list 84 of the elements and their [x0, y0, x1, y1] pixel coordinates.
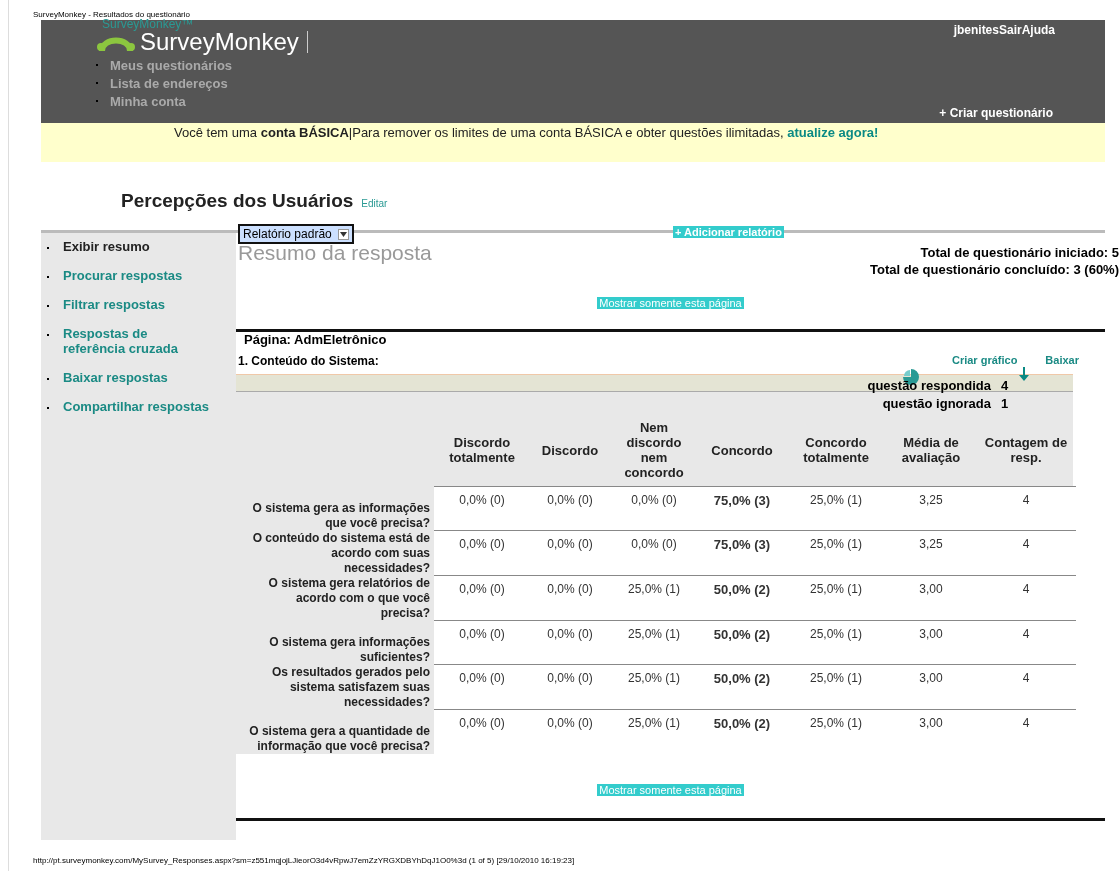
table-cell: 25,0% (1): [786, 486, 886, 531]
print-footer: http://pt.surveymonkey.com/MySurvey_Responses.aspx?sm=z551mqjojLJieorO3d4vRpwJ7emZzYRGXDBYhDqJ1O0%3d (1 of 5) [29/10/2010 16:19:23]: [33, 856, 575, 865]
sidebar-item[interactable]: Respostas de referência cruzada: [63, 326, 213, 356]
table-cell: 3,25: [886, 530, 976, 576]
table-cell: 0,0% (0): [530, 530, 610, 576]
table-cell: 0,0% (0): [530, 575, 610, 621]
sidebar-item[interactable]: Procurar respostas: [63, 268, 183, 283]
edit-link[interactable]: Editar: [361, 198, 388, 209]
table-cell: 50,0% (2): [698, 709, 786, 754]
table-cell: 3,00: [886, 575, 976, 621]
create-chart-link[interactable]: Criar gráfico: [951, 354, 1018, 374]
nav-link[interactable]: Lista de endereços: [110, 75, 228, 91]
table-cell: 25,0% (1): [786, 664, 886, 710]
table-cell: 4: [976, 709, 1076, 754]
table-cell: 50,0% (2): [698, 664, 786, 710]
table-cell: 0,0% (0): [530, 620, 610, 665]
add-report-button[interactable]: + Adicionar relatório: [673, 226, 784, 238]
table-cell: 3,00: [886, 664, 976, 710]
column-header: Concordo totalmente: [786, 414, 886, 487]
table-cell: 25,0% (1): [786, 620, 886, 665]
sidebar-item[interactable]: Filtrar respostas: [63, 297, 165, 312]
download-arrow-icon: [1019, 367, 1029, 381]
report-select[interactable]: Relatório padrão: [238, 224, 354, 244]
table-cell: 0,0% (0): [434, 709, 530, 754]
column-header: Contagem de resp.: [976, 414, 1076, 487]
table-cell: 0,0% (0): [434, 620, 530, 665]
nav-link[interactable]: Minha conta: [110, 93, 186, 109]
sidebar-item[interactable]: Baixar respostas: [63, 370, 168, 385]
user-links[interactable]: jbenitesSairAjuda: [953, 23, 1055, 37]
create-survey-link[interactable]: + Criar questionário: [939, 106, 1053, 120]
answered-label: questão respondida: [867, 378, 991, 393]
table-cell: 0,0% (0): [530, 709, 610, 754]
nav-link[interactable]: Meus questionários: [110, 57, 233, 73]
summary-title: Resumo da resposta: [237, 241, 432, 266]
survey-title: Percepções dos Usuários: [121, 190, 354, 212]
table-cell: 4: [976, 530, 1076, 576]
table-cell: 3,25: [886, 486, 976, 531]
table-cell: 25,0% (1): [610, 620, 698, 665]
show-page-button[interactable]: Mostrar somente esta página: [597, 783, 744, 796]
table-cell: 3,00: [886, 620, 976, 665]
table-cell: 25,0% (1): [786, 709, 886, 754]
table-cell: 25,0% (1): [786, 530, 886, 576]
sidebar-item[interactable]: Compartilhar respostas: [63, 399, 209, 414]
caret-icon: [337, 228, 349, 240]
table-cell: 0,0% (0): [610, 486, 698, 531]
table-cell: 3,00: [886, 709, 976, 754]
table-cell: 4: [976, 486, 1076, 531]
table-cell: 25,0% (1): [610, 575, 698, 621]
banner-text: Você tem uma conta BÁSICA|Para remover os limites de uma conta BÁSICA e obter questões ilimitadas, atualize agora!: [174, 125, 879, 140]
table-cell: 0,0% (0): [434, 664, 530, 710]
table-cell: 0,0% (0): [434, 486, 530, 531]
column-header: Discordo: [530, 414, 610, 487]
skipped-label: questão ignorada: [882, 396, 991, 411]
sidebar-item[interactable]: Exibir resumo: [63, 239, 150, 254]
show-page-button[interactable]: Mostrar somente esta página: [597, 297, 744, 309]
table-cell: 0,0% (0): [434, 530, 530, 576]
total-count: Total de questionário iniciado: 5: [919, 244, 1119, 261]
table-cell: 50,0% (2): [698, 575, 786, 621]
column-header: Nem discordo nem concordo: [610, 414, 698, 487]
table-cell: 25,0% (1): [610, 664, 698, 710]
table-cell: 4: [976, 620, 1076, 665]
table-cell: 0,0% (0): [610, 530, 698, 576]
table-cell: 50,0% (2): [698, 620, 786, 665]
table-cell: 25,0% (1): [610, 709, 698, 754]
table-cell: 0,0% (0): [530, 664, 610, 710]
table-cell: 4: [976, 664, 1076, 710]
total-count: Total de questionário concluído: 3 (60%): [870, 261, 1119, 278]
question-title: 1. Conteúdo do Sistema:: [237, 354, 379, 370]
column-header: Concordo: [698, 414, 786, 487]
logo-text: SurveyMonkey: [140, 28, 299, 56]
download-link[interactable]: Baixar: [1045, 354, 1079, 374]
table-cell: 4: [976, 575, 1076, 621]
table-cell: 75,0% (3): [698, 486, 786, 531]
table-cell: 0,0% (0): [530, 486, 610, 531]
column-header: Discordo totalmente: [434, 414, 530, 487]
upgrade-link[interactable]: atualize agora!: [787, 125, 879, 140]
print-title: SurveyMonkey - Resultados do questionário: [32, 9, 190, 20]
answered-count: 4: [1001, 378, 1010, 393]
skipped-count: 1: [1001, 396, 1010, 411]
page-label: Página: AdmEletrônico: [243, 332, 388, 349]
table-cell: 75,0% (3): [698, 530, 786, 576]
column-header: Média de avaliação: [886, 414, 976, 487]
table-cell: 25,0% (1): [786, 575, 886, 621]
table-cell: 0,0% (0): [434, 575, 530, 621]
